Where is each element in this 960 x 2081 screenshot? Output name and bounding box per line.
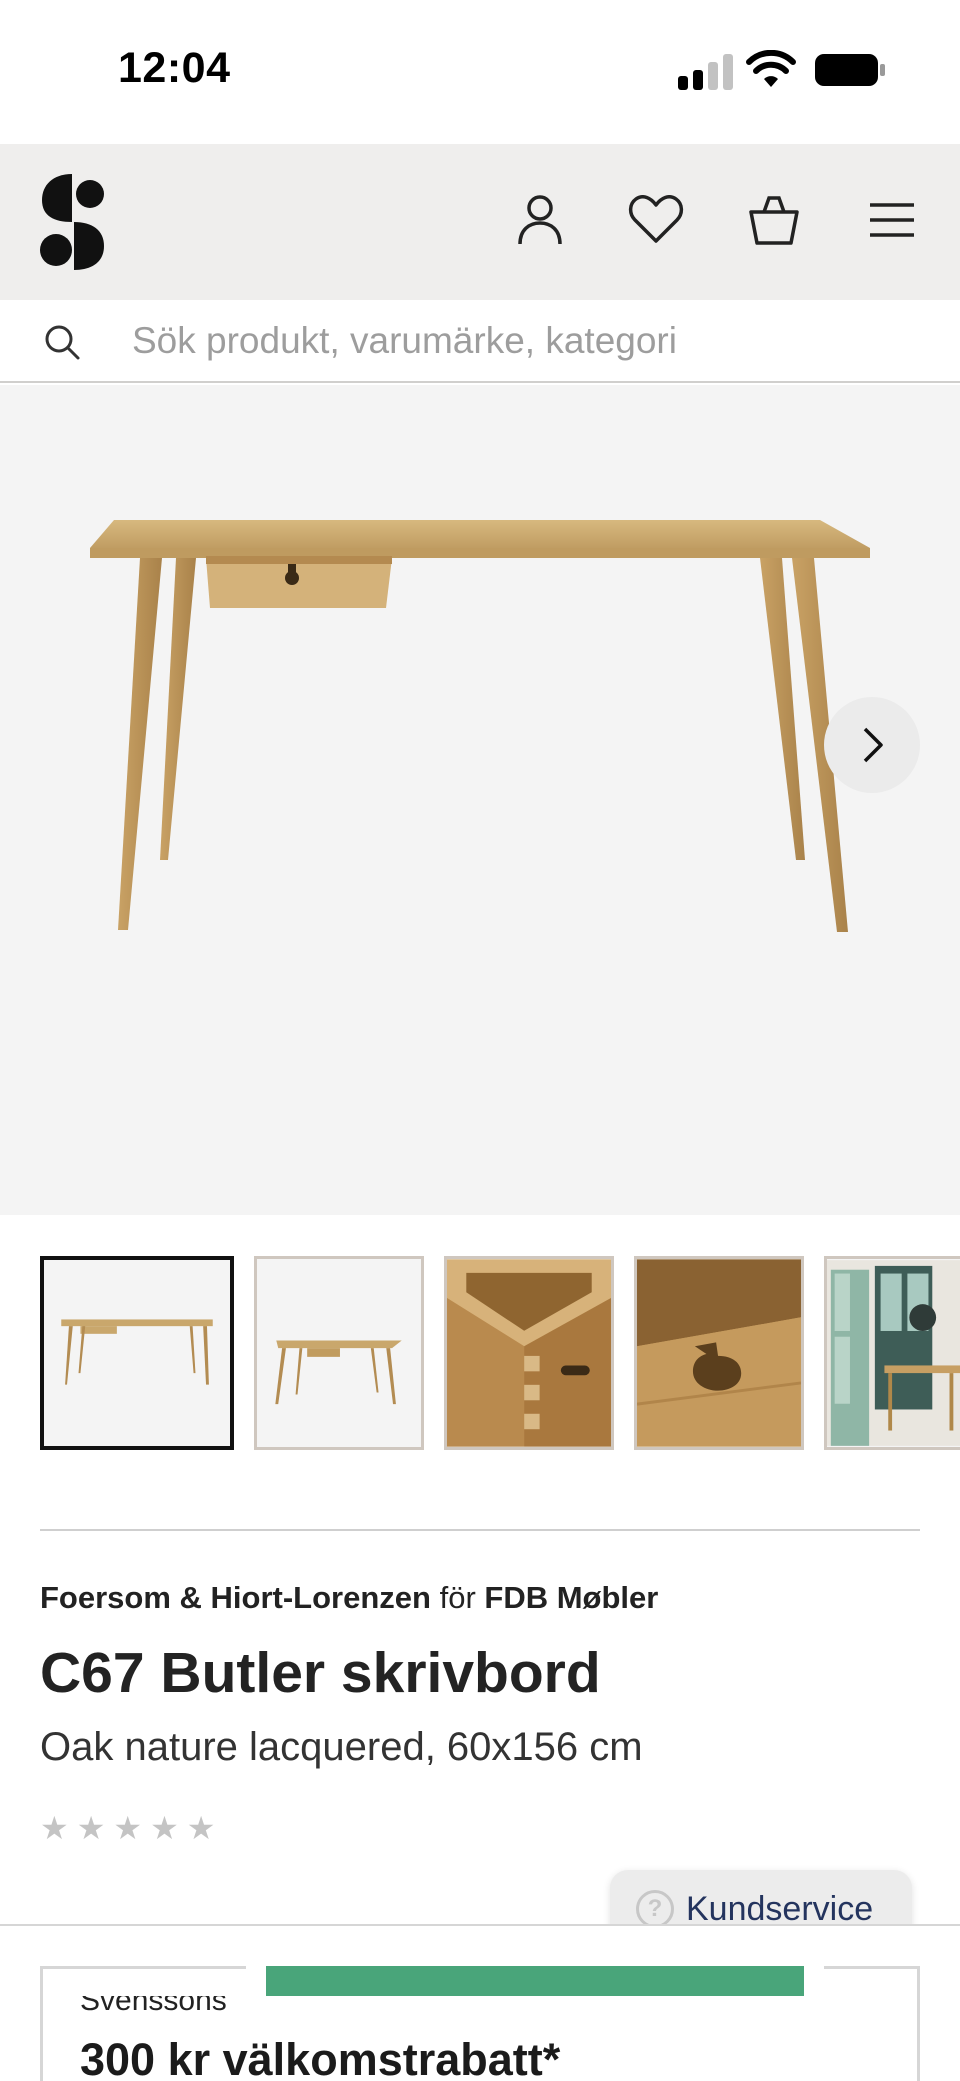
- menu-icon[interactable]: [862, 190, 922, 250]
- thumbnail-2[interactable]: [254, 1256, 424, 1450]
- heart-icon[interactable]: [626, 190, 686, 250]
- thumbnail-1[interactable]: [40, 1256, 234, 1450]
- search-icon: [45, 325, 80, 360]
- wifi-icon: [746, 50, 796, 87]
- cellular-signal-icon: [678, 54, 734, 90]
- status-time: 12:04: [118, 44, 231, 92]
- star-icon: ★: [40, 1810, 69, 1846]
- product-variant: Oak nature lacquered, 60x156 cm: [40, 1725, 643, 1769]
- question-icon: ?: [636, 1890, 674, 1928]
- basket-icon[interactable]: [744, 190, 804, 250]
- product-title: C67 Butler skrivbord: [40, 1641, 601, 1705]
- site-logo[interactable]: [38, 172, 108, 272]
- thumbnail-desk-image: [44, 1260, 230, 1446]
- next-image-button[interactable]: [824, 697, 920, 793]
- star-icon: ★: [76, 1810, 106, 1846]
- thumbnail-5[interactable]: [824, 1256, 960, 1450]
- promo-progress-bar: [266, 1966, 804, 1996]
- thumbnail-joint-detail-image: [447, 1259, 611, 1447]
- thumbnail-handle-detail-image: [637, 1259, 801, 1447]
- for-word: för: [439, 1580, 476, 1615]
- thumbnail-4[interactable]: [634, 1256, 804, 1450]
- brand-line: Foersom & Hiort-Lorenzen för FDB Møbler: [40, 1580, 658, 1616]
- chevron-right-icon: [863, 727, 883, 763]
- section-divider: [40, 1529, 920, 1531]
- thumbnail-room-image: [827, 1260, 960, 1446]
- status-bar: 12:04: [0, 0, 960, 144]
- customer-service-label: Kundservice: [686, 1889, 874, 1928]
- thumbnail-3[interactable]: [444, 1256, 614, 1450]
- designer-link[interactable]: Foersom & Hiort-Lorenzen: [40, 1580, 431, 1615]
- promo-title: 300 kr välkomstrabatt*: [80, 2034, 561, 2081]
- site-header: [0, 144, 960, 300]
- star-icon: ★: [113, 1810, 143, 1846]
- search-input[interactable]: [132, 312, 912, 370]
- brand-link[interactable]: FDB Møbler: [484, 1580, 658, 1615]
- star-icon: ★: [150, 1810, 179, 1846]
- rating-stars[interactable]: ★ ★ ★ ★ ★: [40, 1812, 215, 1844]
- battery-icon: [815, 54, 885, 86]
- account-icon[interactable]: [510, 190, 570, 250]
- thumbnail-desk-angle-image: [257, 1259, 421, 1447]
- desk-photo: [90, 520, 870, 932]
- star-icon: ★: [186, 1810, 216, 1846]
